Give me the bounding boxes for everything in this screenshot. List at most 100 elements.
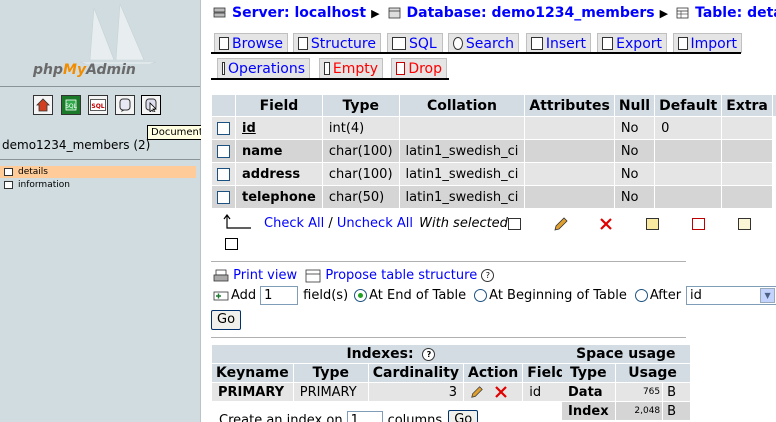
uncheck-all-link[interactable]: Uncheck All (337, 216, 413, 231)
field-null: No (614, 140, 655, 162)
space-usage-unit: B (663, 383, 690, 401)
column-header[interactable]: Null (614, 95, 655, 116)
at-beginning-radio[interactable] (474, 289, 488, 302)
field-collation: latin1_swedish_ci (399, 186, 525, 208)
add-label: Add (231, 288, 257, 303)
index-cardinality: 3 (368, 383, 464, 401)
operations-icon (222, 62, 226, 75)
arrow-ltr-icon (223, 214, 251, 229)
field-attributes (525, 140, 614, 162)
column-header[interactable]: Field (236, 95, 322, 116)
at-end-label[interactable]: At End of Table (369, 288, 466, 303)
row-checkbox[interactable] (217, 144, 230, 158)
empty-icon (324, 62, 330, 75)
delete-x-icon[interactable] (494, 385, 508, 399)
phpmyadmin-logo[interactable]: phpMyAdmin (33, 62, 136, 78)
column-header: Type (293, 364, 368, 382)
column-header[interactable]: Attributes (525, 95, 614, 116)
field-collation (399, 117, 525, 139)
breadcrumb: Server: localhost ▶ Database: demo1234_m… (213, 5, 776, 21)
table-link-information[interactable]: information (0, 179, 196, 191)
breadcrumb-server[interactable]: Server: localhost (232, 5, 366, 21)
after-radio[interactable] (634, 289, 648, 302)
column-header[interactable]: Collation (399, 95, 525, 116)
with-selected-label: With selected: (419, 216, 513, 231)
field-type: char(50) (322, 186, 399, 208)
database-name[interactable]: demo1234_members (2) (2, 138, 150, 152)
sql-history-icon[interactable]: SQL (61, 95, 81, 115)
edit-pencil-icon[interactable] (553, 216, 569, 232)
create-index-count-input[interactable]: 1 (346, 410, 383, 422)
field-attributes (525, 186, 614, 208)
add-field-go-button[interactable]: Go (211, 310, 242, 330)
index-icon[interactable] (738, 218, 751, 230)
indexes-table: Indexes: ? Keyname Type Cardinality Acti… (211, 344, 571, 402)
structure-icon (298, 37, 308, 50)
sql-query-icon[interactable]: SQL (88, 95, 108, 115)
database-icon (388, 7, 400, 19)
tab-drop[interactable]: Drop (391, 58, 447, 78)
fields-label: field(s) (303, 288, 349, 303)
add-field-count-input[interactable]: 1 (260, 286, 299, 305)
column-header[interactable]: Extra (722, 95, 772, 116)
after-field-select[interactable]: id ▼ (686, 286, 776, 305)
create-index-go-button[interactable]: Go (448, 410, 479, 422)
svg-text:SQL: SQL (91, 103, 104, 110)
edit-pencil-icon[interactable] (470, 385, 484, 399)
help-icon[interactable]: ? (422, 347, 436, 361)
field-name: address (236, 163, 322, 185)
primary-key-icon[interactable] (646, 218, 659, 230)
create-index-label: Create an index on (219, 412, 343, 422)
tab-search[interactable]: Search (448, 33, 519, 53)
drop-icon (396, 62, 406, 75)
home-icon[interactable] (33, 95, 53, 115)
field-default (655, 163, 722, 185)
unique-icon[interactable] (692, 218, 705, 230)
add-field-row: Add 1 field(s) At End of Table At Beginn… (213, 286, 776, 305)
check-all-link[interactable]: Check All (264, 216, 324, 231)
check-separator: / (324, 216, 337, 231)
tab-operations[interactable]: Operations (217, 58, 310, 78)
at-end-radio[interactable] (354, 289, 368, 302)
table-link-details[interactable]: details (0, 166, 196, 178)
browse-icon (219, 37, 230, 50)
nav-divider (0, 86, 200, 87)
tab-structure[interactable]: Structure (293, 33, 381, 53)
row-checkbox[interactable] (217, 190, 230, 204)
print-view-link[interactable]: Print view (233, 268, 297, 283)
fulltext-icon[interactable] (225, 238, 238, 250)
svg-text:SQL: SQL (65, 103, 78, 110)
delete-x-icon[interactable] (599, 217, 613, 231)
table-icon (676, 7, 689, 19)
section-divider (211, 337, 686, 338)
tab-export[interactable]: Export (597, 33, 667, 53)
tab-browse[interactable]: Browse (214, 33, 288, 53)
breadcrumb-arrow-icon: ▶ (659, 6, 669, 20)
at-beginning-label[interactable]: At Beginning of Table (489, 288, 627, 303)
browse-selected-icon[interactable] (508, 218, 521, 230)
table-icon (4, 168, 13, 176)
tab-insert[interactable]: Insert (526, 33, 591, 53)
help-icon[interactable]: ? (481, 269, 495, 282)
tab-empty[interactable]: Empty (319, 58, 383, 78)
breadcrumb-database[interactable]: Database: demo1234_members (407, 5, 655, 21)
space-usage-table: Space usage Type Usage Data 765 B Index … (561, 344, 691, 421)
sailboat-logo-icon (79, 3, 157, 64)
insert-icon (531, 37, 543, 50)
propose-structure-link[interactable]: Propose table structure (325, 268, 477, 283)
tab-import[interactable]: Import (673, 33, 742, 53)
docs-icon[interactable] (115, 95, 135, 115)
column-header: Cardinality (368, 364, 464, 382)
after-label[interactable]: After (650, 288, 681, 303)
tab-sql[interactable]: SQL (387, 33, 443, 53)
column-header: Action (464, 364, 523, 382)
row-checkbox[interactable] (217, 121, 230, 135)
print-propose-row: Print view Propose table structure ? (213, 268, 495, 283)
documentation-icon[interactable] (141, 95, 161, 115)
breadcrumb-table[interactable]: Table: details (695, 5, 776, 21)
field-collation: latin1_swedish_ci (399, 140, 525, 162)
column-header[interactable]: Type (322, 95, 399, 116)
row-checkbox[interactable] (217, 167, 230, 181)
chevron-down-icon[interactable]: ▼ (760, 288, 776, 303)
column-header[interactable]: Default (655, 95, 722, 116)
